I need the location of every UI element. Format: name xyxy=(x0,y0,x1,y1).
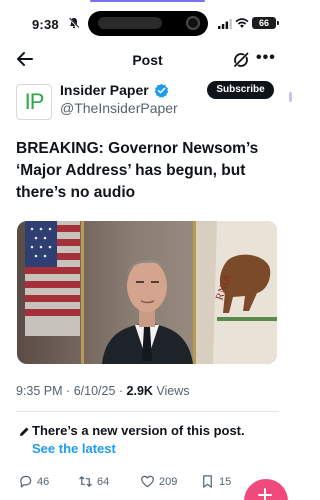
repost-icon xyxy=(79,476,92,487)
post-time: 9:35 PM xyxy=(16,384,63,398)
post-header: Post ••• xyxy=(0,44,295,76)
subscribe-button[interactable]: Subscribe xyxy=(207,81,274,99)
views-count[interactable]: 2.9K xyxy=(127,384,153,398)
meta-separator: · xyxy=(66,384,74,398)
reply-count: 46 xyxy=(37,475,50,488)
reply-icon xyxy=(20,475,32,488)
heart-icon xyxy=(141,475,154,488)
like-button[interactable]: 209 xyxy=(140,474,177,489)
grok-icon[interactable] xyxy=(232,51,250,69)
post-meta: 9:35 PM · 6/10/25 · 2.9K Views xyxy=(16,384,190,398)
battery-indicator: 66 xyxy=(252,17,279,29)
wifi-icon xyxy=(235,18,249,28)
load-progress-bar xyxy=(90,0,205,2)
more-options-icon[interactable]: ••• xyxy=(256,50,276,66)
dynamic-island xyxy=(88,11,208,36)
post-video-thumbnail[interactable]: RNIA xyxy=(17,221,277,364)
bookmark-button[interactable]: 15 xyxy=(200,474,231,489)
avatar-logo-text: IP xyxy=(24,89,45,114)
meta-separator: · xyxy=(118,384,127,398)
california-flag-image: RNIA xyxy=(193,221,277,364)
views-label: Views xyxy=(156,384,190,398)
status-bar: 9:38 66 xyxy=(0,0,295,44)
status-time: 9:38 xyxy=(32,17,59,32)
camera-icon xyxy=(186,16,200,30)
see-latest-link[interactable]: See the latest xyxy=(32,441,116,456)
bookmark-count: 15 xyxy=(219,475,232,488)
author-name[interactable]: Insider Paper xyxy=(60,82,149,98)
island-activity xyxy=(98,17,162,29)
reply-button[interactable]: 46 xyxy=(18,474,49,489)
divider xyxy=(16,411,279,412)
edited-notice-text: There’s a new version of this post. xyxy=(32,423,245,438)
compose-plus-icon xyxy=(258,488,272,500)
verified-badge-icon xyxy=(154,83,169,98)
like-count: 209 xyxy=(159,475,178,488)
author-handle[interactable]: @TheInsiderPaper xyxy=(60,100,178,116)
video-frame-image: RNIA xyxy=(17,221,277,364)
bookmark-icon xyxy=(203,475,212,488)
page-title: Post xyxy=(132,52,163,68)
scroll-indicator xyxy=(289,92,292,102)
repost-count: 64 xyxy=(97,475,110,488)
post-text: BREAKING: Governor Newsom’s ‘Major Addre… xyxy=(16,140,259,201)
cellular-signal-icon xyxy=(218,19,232,29)
avatar[interactable]: IP xyxy=(16,84,52,120)
silent-bell-icon xyxy=(68,17,80,29)
edit-pencil-icon xyxy=(20,427,29,436)
repost-button[interactable]: 64 xyxy=(78,474,109,489)
post-date: 6/10/25 xyxy=(73,384,116,398)
